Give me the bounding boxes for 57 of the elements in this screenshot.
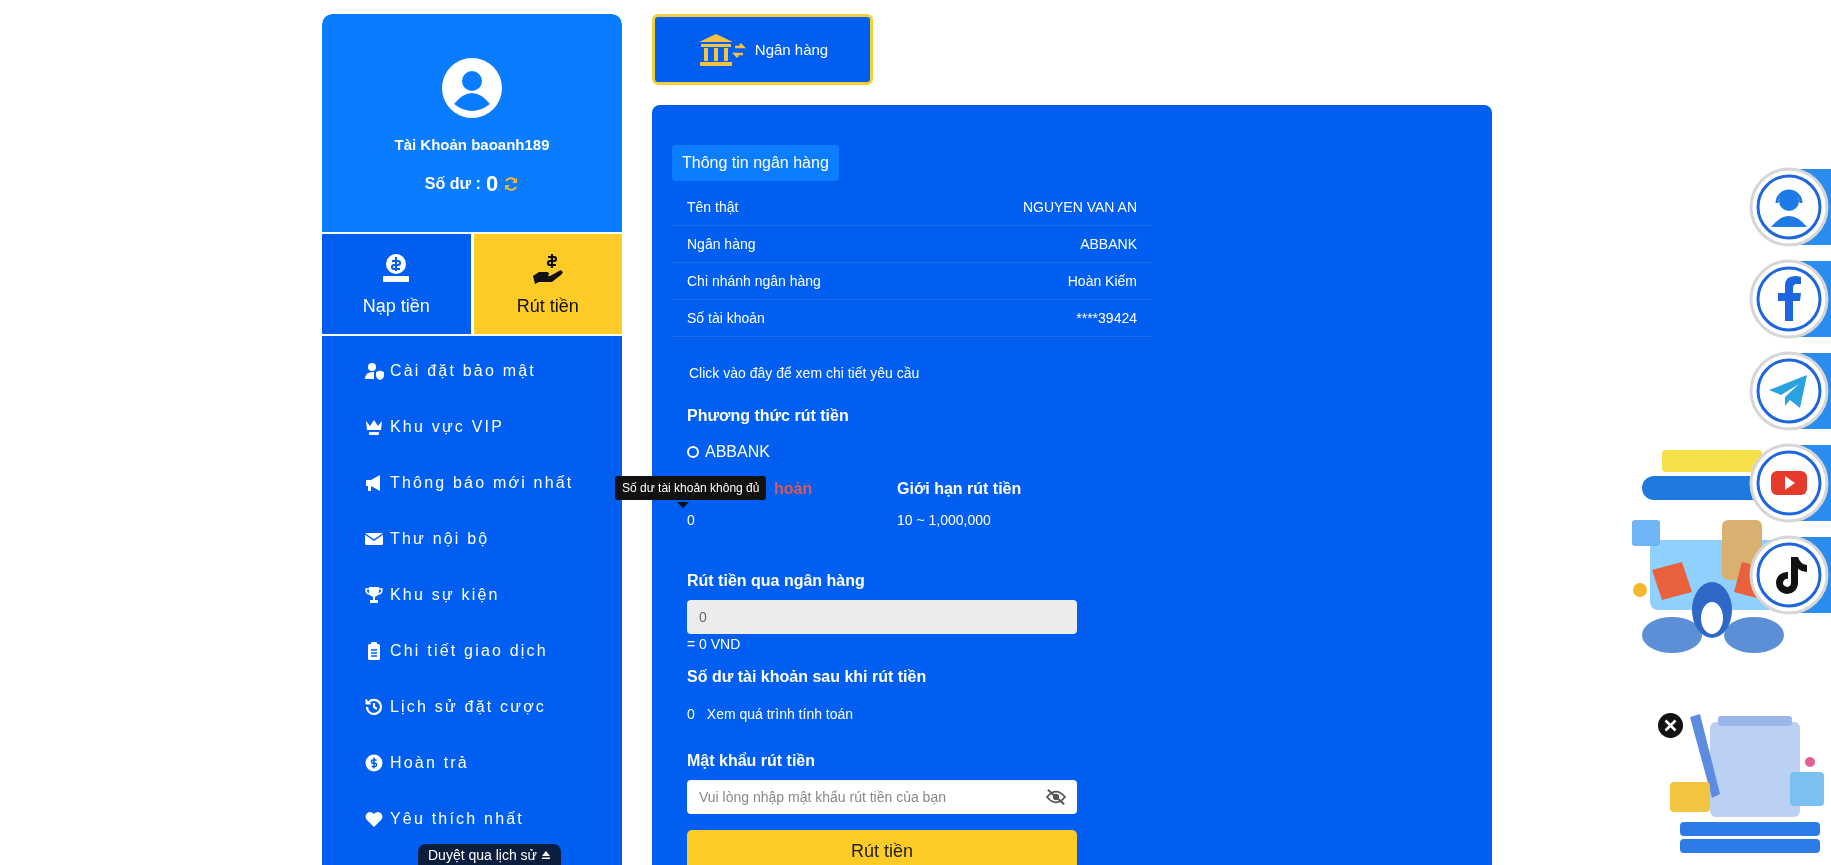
heart-icon: [364, 809, 384, 829]
info-label: Số tài khoản: [687, 310, 765, 326]
info-value: ABBANK: [1080, 236, 1137, 252]
history-tab[interactable]: Duyệt qua lịch sử: [418, 844, 561, 865]
section-heading: Rút tiền qua ngân hàng: [686, 572, 866, 590]
info-label: Chi nhánh ngân hàng: [687, 273, 821, 289]
bank-option[interactable]: ABBANK: [687, 443, 770, 461]
deposit-button[interactable]: Nạp tiền: [322, 234, 471, 334]
telegram-icon[interactable]: [1747, 349, 1831, 433]
eject-icon: [541, 850, 551, 860]
tooltip-arrow: [677, 502, 689, 508]
info-label: Ngân hàng: [687, 236, 756, 252]
menu-item[interactable]: Hoàn trả: [322, 744, 622, 782]
section-heading: Số dư tài khoản sau khi rút tiền: [686, 668, 928, 686]
user-shield-icon: [364, 361, 384, 381]
balance-value: 0: [687, 512, 696, 528]
section-heading: Phương thức rút tiền: [686, 407, 850, 425]
menu-item[interactable]: Yêu thích nhất: [322, 800, 622, 838]
limit-value: 10 ~ 1,000,000: [897, 512, 992, 528]
menu-item[interactable]: Cài đặt bảo mật: [322, 352, 622, 390]
tiktok-icon[interactable]: [1747, 533, 1831, 617]
youtube-icon[interactable]: [1747, 441, 1831, 525]
tooltip: Số dư tài khoản không đủ: [615, 476, 767, 500]
facebook-icon[interactable]: [1747, 257, 1831, 341]
withdraw-button[interactable]: Rút tiền: [473, 234, 622, 334]
menu-item[interactable]: Khu sự kiện: [322, 576, 622, 614]
balance-label: Số dư :: [424, 175, 481, 193]
remaining-balance: 0: [687, 706, 695, 722]
close-icon[interactable]: [1658, 713, 1683, 738]
info-label: Tên thật: [687, 199, 739, 215]
hand-dollar-icon: [531, 251, 564, 284]
info-value: Hoàn Kiếm: [1067, 273, 1137, 289]
menu-item[interactable]: Thư nội bộ: [322, 520, 622, 558]
balance-value: 0: [485, 171, 499, 197]
coin-icon: [364, 753, 384, 773]
bank-tab[interactable]: Ngân hàng: [652, 14, 873, 85]
menu-item[interactable]: Chi tiết giao dịch: [322, 632, 622, 670]
section-heading: Mật khẩu rút tiền: [686, 752, 816, 770]
converted-amount: = 0 VND: [686, 636, 742, 652]
withdraw-submit-button[interactable]: Rút tiền: [687, 830, 1077, 865]
menu-item[interactable]: Lịch sử đặt cược: [322, 688, 622, 726]
balance-label: hoản: [774, 480, 813, 498]
avatar-icon: [442, 58, 502, 118]
details-link[interactable]: Click vào đây để xem chi tiết yêu cầu: [689, 365, 920, 381]
section-title: Thông tin ngân hàng: [672, 145, 839, 181]
support-icon[interactable]: [1747, 165, 1831, 249]
trophy-icon: [364, 585, 384, 605]
eye-slash-icon[interactable]: [1045, 788, 1067, 806]
radio-button[interactable]: [687, 446, 699, 458]
history-icon: [364, 697, 384, 717]
calculation-link[interactable]: Xem quá trình tính toán: [706, 706, 854, 722]
limit-label: Giới hạn rút tiền: [897, 480, 1022, 498]
password-field[interactable]: Vui lòng nhập mật khẩu rút tiền của bạn: [687, 780, 1077, 814]
menu-item[interactable]: Khu vực VIP: [322, 408, 622, 446]
info-value: ****39424: [1076, 310, 1137, 326]
info-value: NGUYEN VAN AN: [1022, 199, 1137, 215]
account-name: Tài Khoản baoanh189: [394, 136, 550, 153]
